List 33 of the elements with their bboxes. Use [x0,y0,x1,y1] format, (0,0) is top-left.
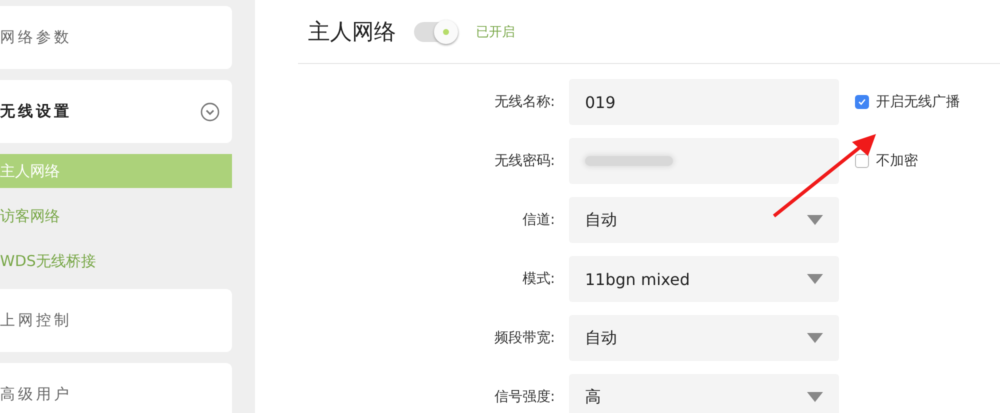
menu-card[interactable]: 网络参数 [0,6,232,69]
field-label: 信道: [521,211,556,229]
menu-card[interactable]: 无线设置 [0,80,232,143]
checkbox-label: 开启无线广播 [876,93,960,111]
select-field[interactable]: 高 [569,374,839,413]
check-icon [857,97,867,107]
field-label: 模式: [521,270,556,288]
field-label: 频段带宽: [493,329,556,347]
menu-label: 网络参数 [0,28,72,47]
menu-label: 高级用户 [0,385,72,404]
menu-label: 无线设置 [0,102,72,121]
input-field[interactable]: 019 [569,79,839,125]
menu-card[interactable]: 上网控制 [0,289,232,352]
checkbox[interactable] [855,95,869,109]
switch-status: 已开启 [476,24,515,40]
menu-card[interactable]: 高级用户 [0,363,232,413]
caret-icon [807,215,823,225]
caret-icon [807,333,823,343]
password-field[interactable] [569,138,839,184]
checkbox[interactable] [855,154,869,168]
chevron-down-icon[interactable] [200,102,220,122]
caret-icon [807,392,823,402]
checkbox-label: 不加密 [876,152,918,170]
field-label: 无线密码: [493,152,556,170]
field-label: 信号强度: [493,388,556,406]
select-field[interactable]: 11bgn mixed [569,256,839,302]
caret-icon [807,274,823,284]
select-field[interactable]: 自动 [569,315,839,361]
field-label: 无线名称: [493,93,556,111]
menu-label: 上网控制 [0,311,72,330]
page-title: 主人网络 [308,18,396,46]
select-field[interactable]: 自动 [569,197,839,243]
toggle-switch[interactable] [414,22,458,42]
